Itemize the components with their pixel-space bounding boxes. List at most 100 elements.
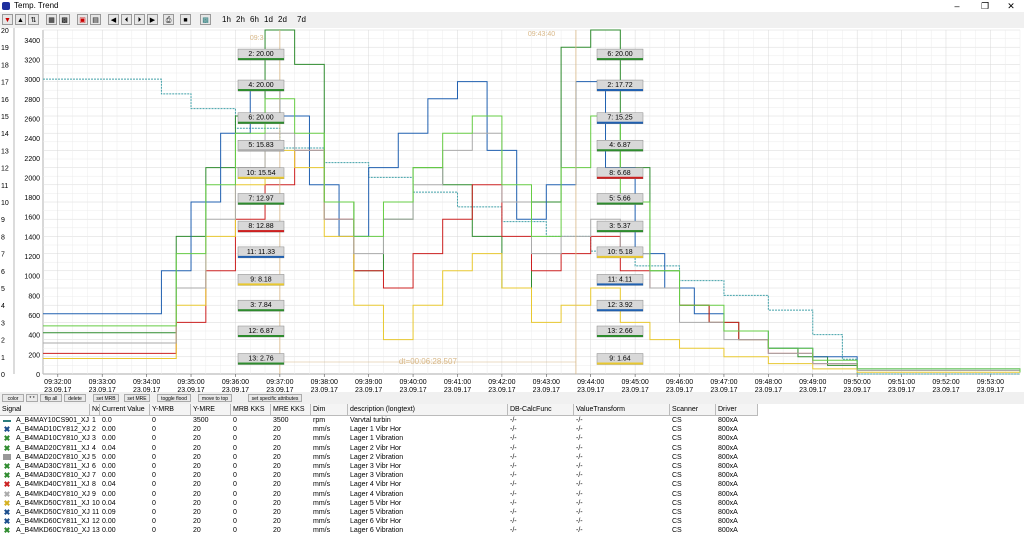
more-button[interactable]: * * <box>26 394 38 402</box>
column-header[interactable]: ValueTransform <box>574 404 670 415</box>
cell-scanner: CS <box>672 499 682 507</box>
first-icon[interactable]: ◀ <box>108 14 119 25</box>
export-icon[interactable]: ▩ <box>200 14 211 25</box>
cursor-value-bar <box>238 58 284 61</box>
cell-mrb: 0 <box>152 426 156 434</box>
column-header[interactable]: Driver <box>716 404 758 415</box>
cursor-value-bar <box>597 202 643 205</box>
trend-chart[interactable]: 20 19 18 17 16 15 14 13 12 11 10 9 8 7 6 5 4 3 2 1 0 3400 3200… <box>0 28 1024 394</box>
table-row[interactable]: ✖ A_B4MAD30CY810_XJ 7 0.00 0 20 0 20 mm/s Lager 3… <box>0 471 758 480</box>
cell-driver: 800xA <box>718 499 738 507</box>
cell-dim: rpm <box>313 417 326 424</box>
cell-mrb: 0 <box>152 472 156 480</box>
set-mrb-button[interactable]: set MRB <box>93 394 119 402</box>
cursor-value-label: 7: 12.97 <box>248 196 273 203</box>
range-1h-button[interactable]: 1h <box>220 14 233 26</box>
prev-icon[interactable]: ⏴ <box>121 14 132 25</box>
cursor-value-bar <box>597 335 643 337</box>
x-tick-date: 23.09.17 <box>932 387 959 392</box>
last-icon[interactable]: ▶ <box>147 14 158 25</box>
range-1d-button[interactable]: 1d <box>262 14 275 26</box>
column-header[interactable]: Y-MRB <box>150 404 191 415</box>
cell-signal: A_B4MAD20CY810_XJ <box>16 453 90 461</box>
cell-driver: 800xA <box>718 463 738 470</box>
table-row[interactable]: ✖ A_B4MKD40CY810_XJ 9 0.00 0 20 0 20 mm/s Lager 4… <box>0 490 758 499</box>
cursor-value-label: 2: 17.72 <box>607 82 632 89</box>
y-right-tick-label: 600 <box>28 313 40 320</box>
column-header[interactable]: No <box>90 404 100 415</box>
cell-driver: 800xA <box>718 518 738 526</box>
color-button[interactable]: color <box>2 394 24 402</box>
table-row[interactable]: ✖ A_B4MAD20CY811_XJ 4 0.04 0 20 0 20 mm/s Lager 2… <box>0 444 758 453</box>
range-2d-button[interactable]: 2d <box>276 14 289 26</box>
flip-all-button[interactable]: flip all <box>40 394 62 402</box>
table-row[interactable]: ✖ A_B4MAD10CY812_XJ 2 0.00 0 20 0 20 mm/s Lager 1… <box>0 425 758 434</box>
delete-button[interactable]: delete <box>64 394 86 402</box>
cell-calc: -/- <box>510 453 517 461</box>
cell-dim: mm/s <box>313 527 331 535</box>
x-tick-time: 09:52:00 <box>932 379 959 386</box>
filter-icon[interactable]: ▼ <box>2 14 13 25</box>
chart-icon[interactable]: ▲ <box>15 14 26 25</box>
reset-icon[interactable]: ▣ <box>77 14 88 25</box>
cell-vt: -/- <box>576 499 583 507</box>
save-icon[interactable]: ■ <box>180 14 191 25</box>
cell-mre: 20 <box>193 444 201 452</box>
cross-icon: ✖ <box>3 434 11 444</box>
table-row[interactable]: ✖ A_B4MKD60CY811_XJ 12 0.00 0 20 0 20 mm/s Lager … <box>0 517 758 526</box>
cell-desc: Lager 6 Vibr Hor <box>350 518 402 526</box>
cell-mrb: 0 <box>152 453 156 461</box>
x-tick-date: 23.09.17 <box>533 387 560 392</box>
range-2h-button[interactable]: 2h <box>234 14 247 26</box>
table-row[interactable]: ✖ A_B4MKD50CY811_XJ 10 0.04 0 20 0 20 mm/s Lager … <box>0 499 758 508</box>
y-left-tick-label: 3 <box>1 320 5 327</box>
column-header[interactable]: Scanner <box>670 404 716 415</box>
cell-calc: -/- <box>510 509 517 516</box>
flip-icon[interactable]: ⇅ <box>28 14 39 25</box>
set-specific-attributes-button[interactable]: set specific attributes <box>248 394 302 402</box>
column-header[interactable]: MRE KKS <box>271 404 311 415</box>
cell-desc: Lager 5 Vibration <box>350 509 404 516</box>
column-header[interactable]: Dim <box>311 404 348 415</box>
column-header[interactable]: MRB KKS <box>231 404 271 415</box>
cell-desc: Lager 3 Vibration <box>350 472 404 480</box>
zoom-icon[interactable]: ▤ <box>90 14 101 25</box>
column-header[interactable]: Y-MRE <box>191 404 231 415</box>
table-row[interactable]: A_B4MAY10CS901_XJ 1 0.0 0 3500 0 3500 rpm Varvta… <box>0 416 758 425</box>
column-header[interactable]: Current Value <box>100 404 150 415</box>
trend-chart-svg[interactable]: 2019181716151413121110987654321034003200… <box>0 28 1024 394</box>
table-row[interactable]: ✖ A_B4MAD30CY811_XJ 6 0.00 0 20 0 20 mm/s Lager 3… <box>0 462 758 471</box>
y-right-tick-label: 1200 <box>24 254 40 261</box>
range-7d-button[interactable]: 7d <box>295 14 308 26</box>
next-icon[interactable]: ⏵ <box>134 14 145 25</box>
table-row[interactable]: ✖ A_B4MKD40CY811_XJ 8 0.04 0 20 0 20 mm/s Lager 4… <box>0 480 758 489</box>
column-header[interactable]: DB-CalcFunc <box>508 404 574 415</box>
x-tick-time: 09:41:00 <box>444 379 471 386</box>
cell-mrbkks: 0 <box>233 527 237 535</box>
toggle-flood-button[interactable]: toggle flood <box>157 394 191 402</box>
maximize-button[interactable]: ❐ <box>972 0 998 12</box>
x-tick-date: 23.09.17 <box>621 387 648 392</box>
cell-mrekks: 20 <box>273 490 281 498</box>
grid-small-icon[interactable]: ▩ <box>59 14 70 25</box>
cell-mrekks: 20 <box>273 499 281 507</box>
cursor-1-label: 09:3 <box>250 35 264 42</box>
table-row[interactable]: ✖ A_B4MKD60CY810_XJ 13 0.00 0 20 0 20 mm/s Lager … <box>0 526 758 535</box>
cursor-value-bar <box>238 283 284 286</box>
print-icon[interactable]: ⎙ <box>163 14 174 25</box>
cell-scanner: CS <box>672 444 682 452</box>
x-tick-date: 23.09.17 <box>133 387 160 392</box>
x-tick-time: 09:32:00 <box>44 379 71 386</box>
close-button[interactable]: ✕ <box>998 0 1024 12</box>
column-header[interactable]: description (longtext) <box>348 404 508 415</box>
range-6h-button[interactable]: 6h <box>248 14 261 26</box>
grid-icon[interactable]: ▦ <box>46 14 57 25</box>
table-row[interactable]: ✖ A_B4MAD10CY810_XJ 3 0.00 0 20 0 20 mm/s Lager 1… <box>0 434 758 443</box>
set-mre-button[interactable]: set MRE <box>124 394 150 402</box>
move-to-top-button[interactable]: move to top <box>198 394 232 402</box>
cursor-value-bar <box>597 121 643 124</box>
column-header[interactable]: Signal <box>0 404 90 415</box>
table-row[interactable]: A_B4MAD20CY810_XJ 5 0.00 0 20 0 20 mm/s Lager 2 … <box>0 453 758 462</box>
minimize-button[interactable]: – <box>944 0 970 12</box>
table-row[interactable]: ✖ A_B4MKD50CY810_XJ 11 0.09 0 20 0 20 mm/s Lager … <box>0 508 758 517</box>
